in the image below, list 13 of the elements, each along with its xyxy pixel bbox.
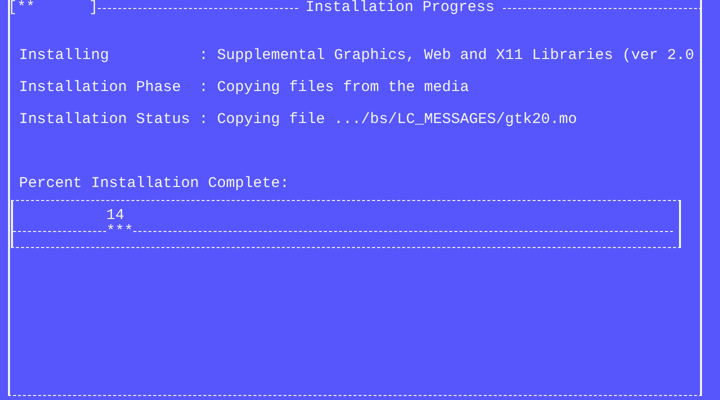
progress-spinner: [** ]: [8, 0, 98, 16]
field-label: Installing: [19, 48, 110, 66]
field-value: Copying files from the media: [217, 80, 470, 98]
field-label: Installation Status: [19, 112, 192, 130]
separator: :: [199, 112, 210, 130]
separator: :: [199, 48, 210, 66]
separator: :: [199, 80, 210, 98]
progress-label: Percent Installation Complete:: [19, 176, 290, 192]
window-title: Installation Progress: [304, 0, 496, 16]
field-value: Copying file .../bs/LC_MESSAGES/gtk20.mo: [217, 112, 578, 130]
field-value: Supplemental Graphics, Web and X11 Libraries (ver 2.0: [217, 48, 694, 66]
field-label: Installation Phase: [19, 80, 182, 98]
percent-value: 14: [106, 208, 124, 224]
